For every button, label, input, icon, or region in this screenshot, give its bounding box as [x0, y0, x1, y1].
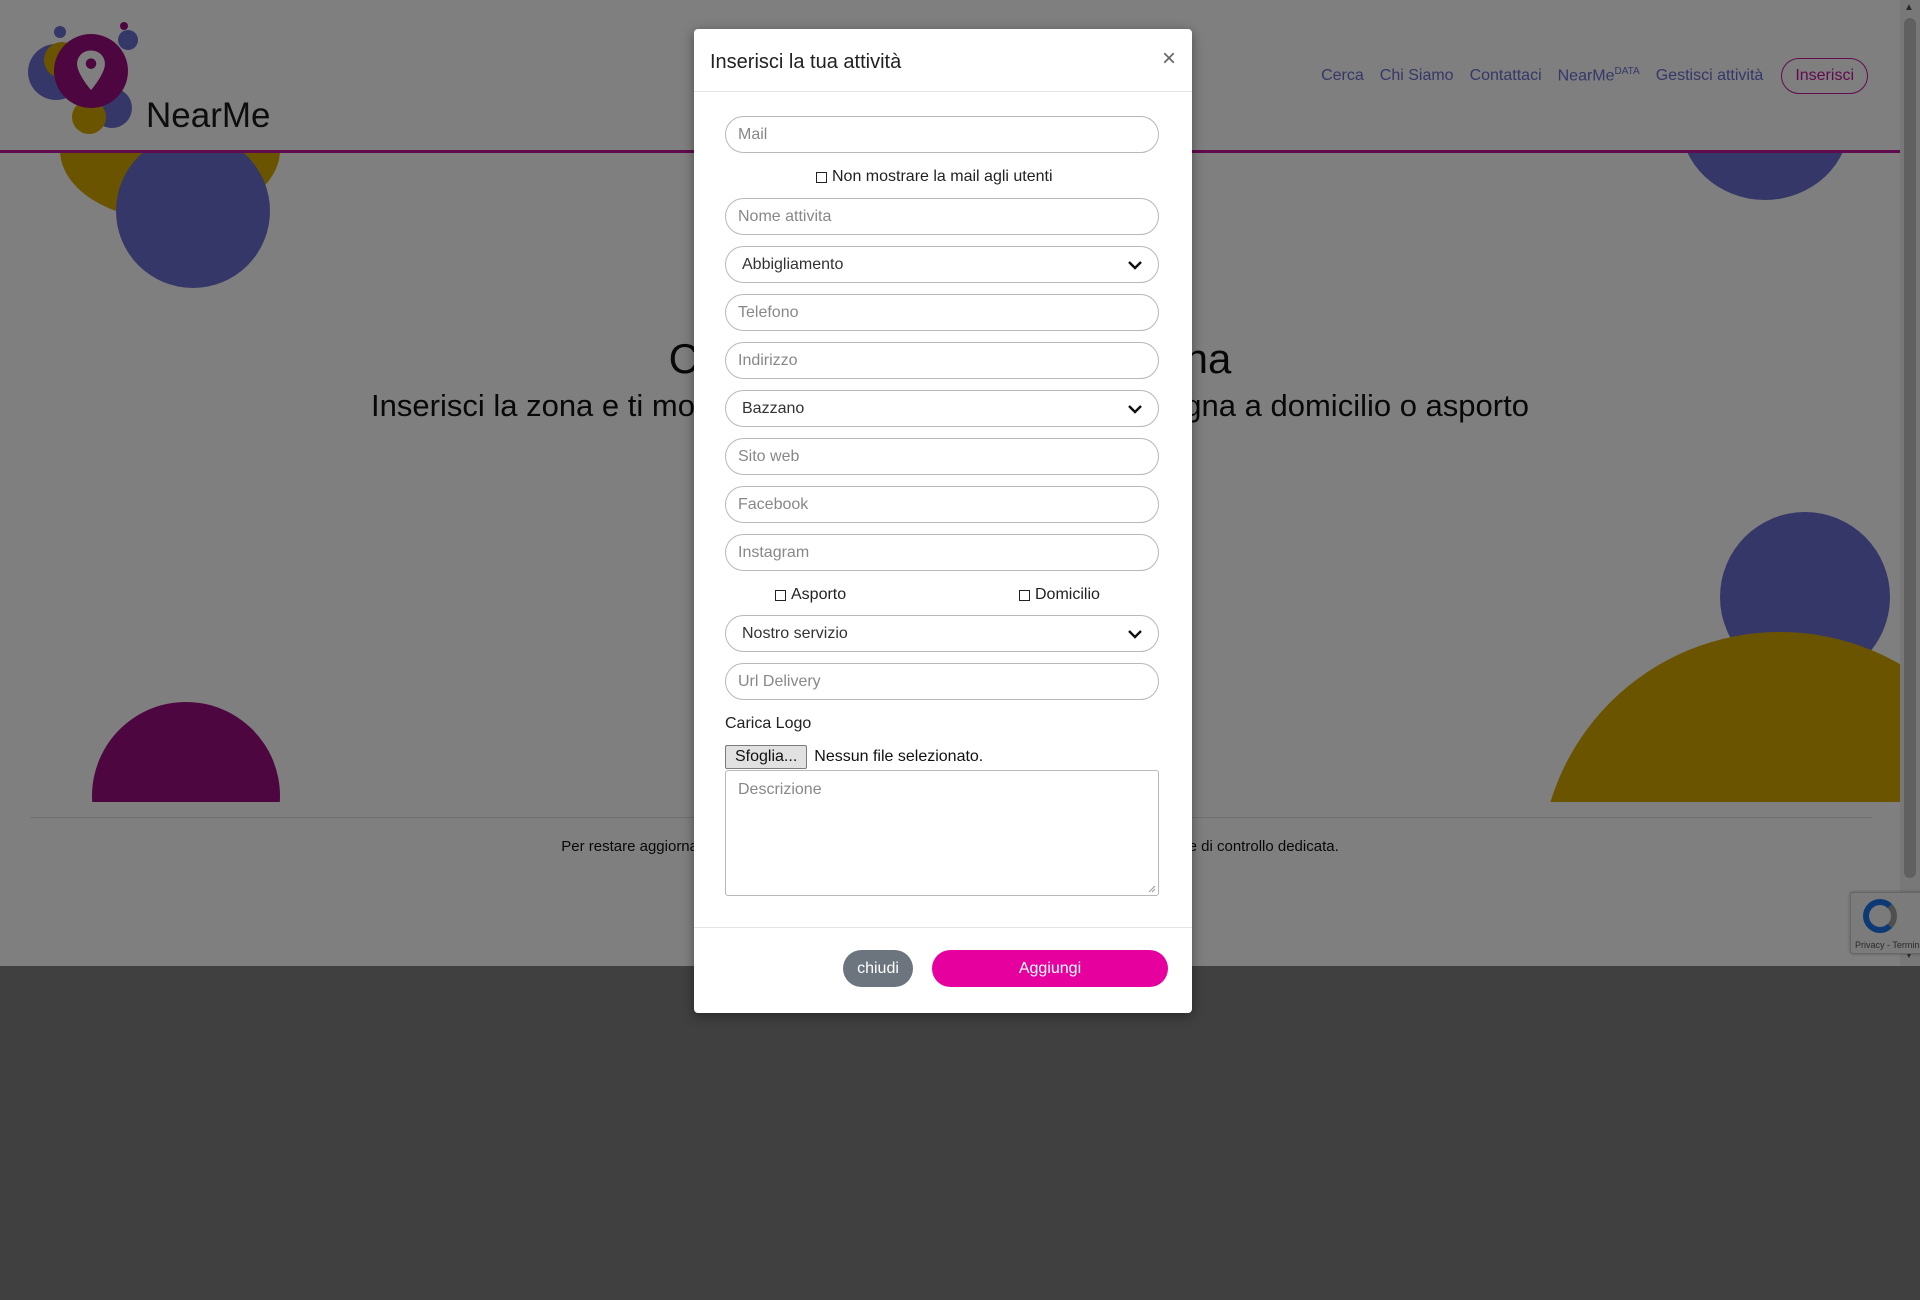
file-status: Nessun file selezionato.	[814, 748, 984, 765]
category-value: Abbigliamento	[742, 255, 844, 273]
logo-file-input[interactable]: Sfoglia... Nessun file selezionato.	[725, 745, 983, 769]
close-button[interactable]: chiudi	[843, 950, 913, 987]
checkbox-box[interactable]	[1019, 589, 1030, 601]
delivery-label: Domicilio	[1035, 586, 1100, 603]
checkbox-box[interactable]	[775, 589, 786, 601]
phone-input[interactable]: Telefono	[725, 294, 1159, 331]
logo-upload-label: Carica Logo	[725, 715, 812, 732]
delivery-checkbox[interactable]: Domicilio	[1019, 586, 1100, 604]
description-textarea[interactable]: Descrizione	[725, 770, 1159, 896]
mail-input[interactable]: Mail	[725, 116, 1159, 153]
takeaway-label: Asporto	[791, 586, 847, 603]
modal-footer: chiudi Aggiungi	[694, 927, 1192, 1014]
close-icon[interactable]: ×	[1162, 47, 1176, 71]
browse-button[interactable]: Sfoglia...	[725, 745, 808, 769]
chevron-down-icon	[1124, 254, 1146, 276]
instagram-input[interactable]: Instagram	[725, 534, 1159, 571]
city-select[interactable]: Bazzano	[725, 390, 1159, 427]
resize-handle-icon[interactable]	[1147, 884, 1156, 893]
url-delivery-input[interactable]: Url Delivery	[725, 663, 1159, 700]
add-button[interactable]: Aggiungi	[932, 950, 1168, 987]
service-value: Nostro servizio	[742, 624, 848, 642]
chevron-down-icon	[1124, 398, 1146, 420]
category-select[interactable]: Abbigliamento	[725, 246, 1159, 283]
checkbox-box[interactable]	[816, 171, 827, 183]
service-select[interactable]: Nostro servizio	[725, 615, 1159, 652]
address-input[interactable]: Indirizzo	[725, 342, 1159, 379]
city-value: Bazzano	[742, 399, 805, 417]
takeaway-checkbox[interactable]: Asporto	[775, 586, 846, 604]
insert-activity-modal: Inserisci la tua attività × Mail Non mos…	[694, 29, 1192, 1013]
chevron-down-icon	[1124, 623, 1146, 645]
hide-mail-label: Non mostrare la mail agli utenti	[832, 168, 1053, 185]
modal-header: Inserisci la tua attività ×	[694, 29, 1192, 92]
modal-title: Inserisci la tua attività	[710, 51, 902, 73]
website-input[interactable]: Sito web	[725, 438, 1159, 475]
description-placeholder: Descrizione	[738, 781, 822, 798]
hide-mail-checkbox[interactable]: Non mostrare la mail agli utenti	[816, 168, 1053, 186]
facebook-input[interactable]: Facebook	[725, 486, 1159, 523]
name-input[interactable]: Nome attivita	[725, 198, 1159, 235]
